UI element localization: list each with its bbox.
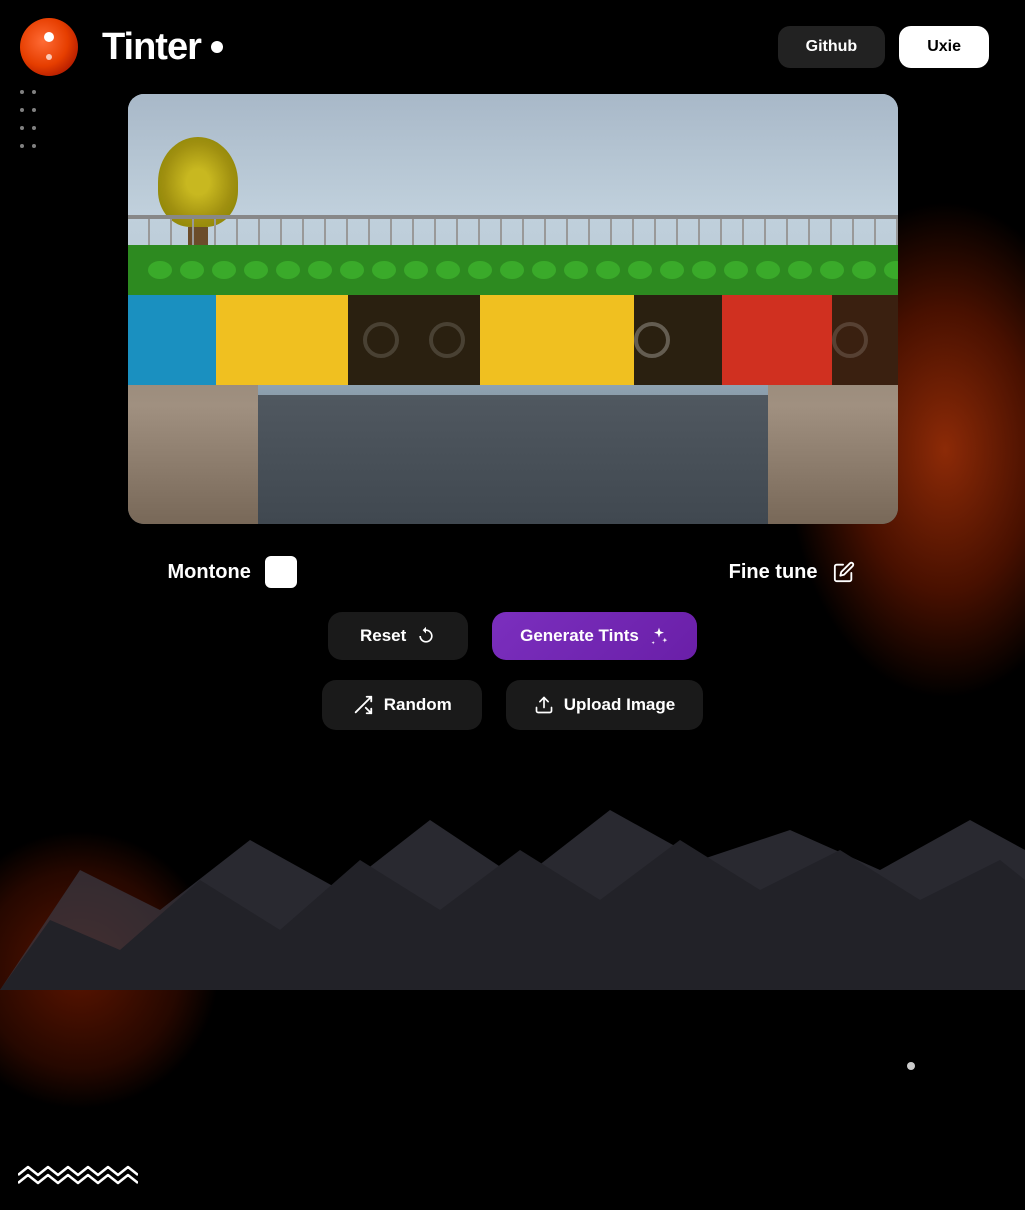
lego-stud [340,261,364,279]
montone-checkbox[interactable] [265,556,297,588]
lego-stud [372,261,396,279]
lego-stud [532,261,556,279]
header: Tinter Github Uxie [0,0,1025,94]
controls-row-2: Reset Generate Tints [128,612,898,660]
logo [20,18,78,76]
lego-stud [500,261,524,279]
title-dot [211,41,223,53]
lego-stud [564,261,588,279]
logo-dot-small [46,54,52,60]
lego-stud [820,261,844,279]
block-blue [128,295,216,385]
random-icon [352,694,374,716]
block-dark-2 [634,295,722,385]
lego-stud [660,261,684,279]
block-dark-1 [348,295,480,385]
random-label: Random [384,695,452,715]
bridge-blocks [128,295,898,385]
fine-tune-group: Fine tune [729,558,858,586]
lego-stud [148,261,172,279]
pencil-icon[interactable] [830,558,858,586]
random-button[interactable]: Random [322,680,482,730]
lego-stud [468,261,492,279]
lego-stud [852,261,876,279]
lego-stud [180,261,204,279]
lego-stud [596,261,620,279]
lego-stud [276,261,300,279]
controls-row-1: Montone Fine tune [128,556,898,588]
lego-stud [436,261,460,279]
upload-image-button[interactable]: Upload Image [506,680,703,730]
lego-stud [404,261,428,279]
reset-icon [416,626,436,646]
montone-label: Montone [168,561,251,584]
main-content: Montone Fine tune Reset [0,94,1025,730]
tree-top [158,137,238,227]
railing [128,215,898,245]
upload-label: Upload Image [564,695,675,715]
app-title: Tinter [102,26,201,69]
generate-tints-button[interactable]: Generate Tints [492,612,697,660]
lego-stud [628,261,652,279]
lego-stud [788,261,812,279]
block-yellow-1 [216,295,348,385]
fine-tune-label: Fine tune [729,561,818,584]
lego-stud [884,261,898,279]
bridge-body [128,245,898,385]
lego-bridge-image [128,94,898,524]
generate-label: Generate Tints [520,626,639,646]
lego-stud [308,261,332,279]
lego-stud [692,261,716,279]
mountain-silhouette [0,790,1025,990]
logo-decorative-dots [20,90,36,148]
logo-dot-main [44,32,54,42]
github-button[interactable]: Github [778,26,886,68]
reset-label: Reset [360,626,406,646]
lego-stud [244,261,268,279]
montone-group: Montone [168,556,297,588]
controls-row-3: Random Upload Image [128,680,898,730]
uxie-button[interactable]: Uxie [899,26,989,68]
sparkle-icon [649,626,669,646]
lego-stud [756,261,780,279]
image-display [128,94,898,524]
controls-panel: Montone Fine tune Reset [128,556,898,730]
reset-button[interactable]: Reset [328,612,468,660]
bridge-top [128,245,898,295]
upload-icon [534,695,554,715]
zigzag-decoration [18,1163,138,1192]
ground [258,395,768,524]
block-yellow-2 [480,295,634,385]
block-dark-3 [832,295,898,385]
lego-stud [724,261,748,279]
block-red [722,295,832,385]
cursor [907,1062,915,1070]
lego-stud [212,261,236,279]
